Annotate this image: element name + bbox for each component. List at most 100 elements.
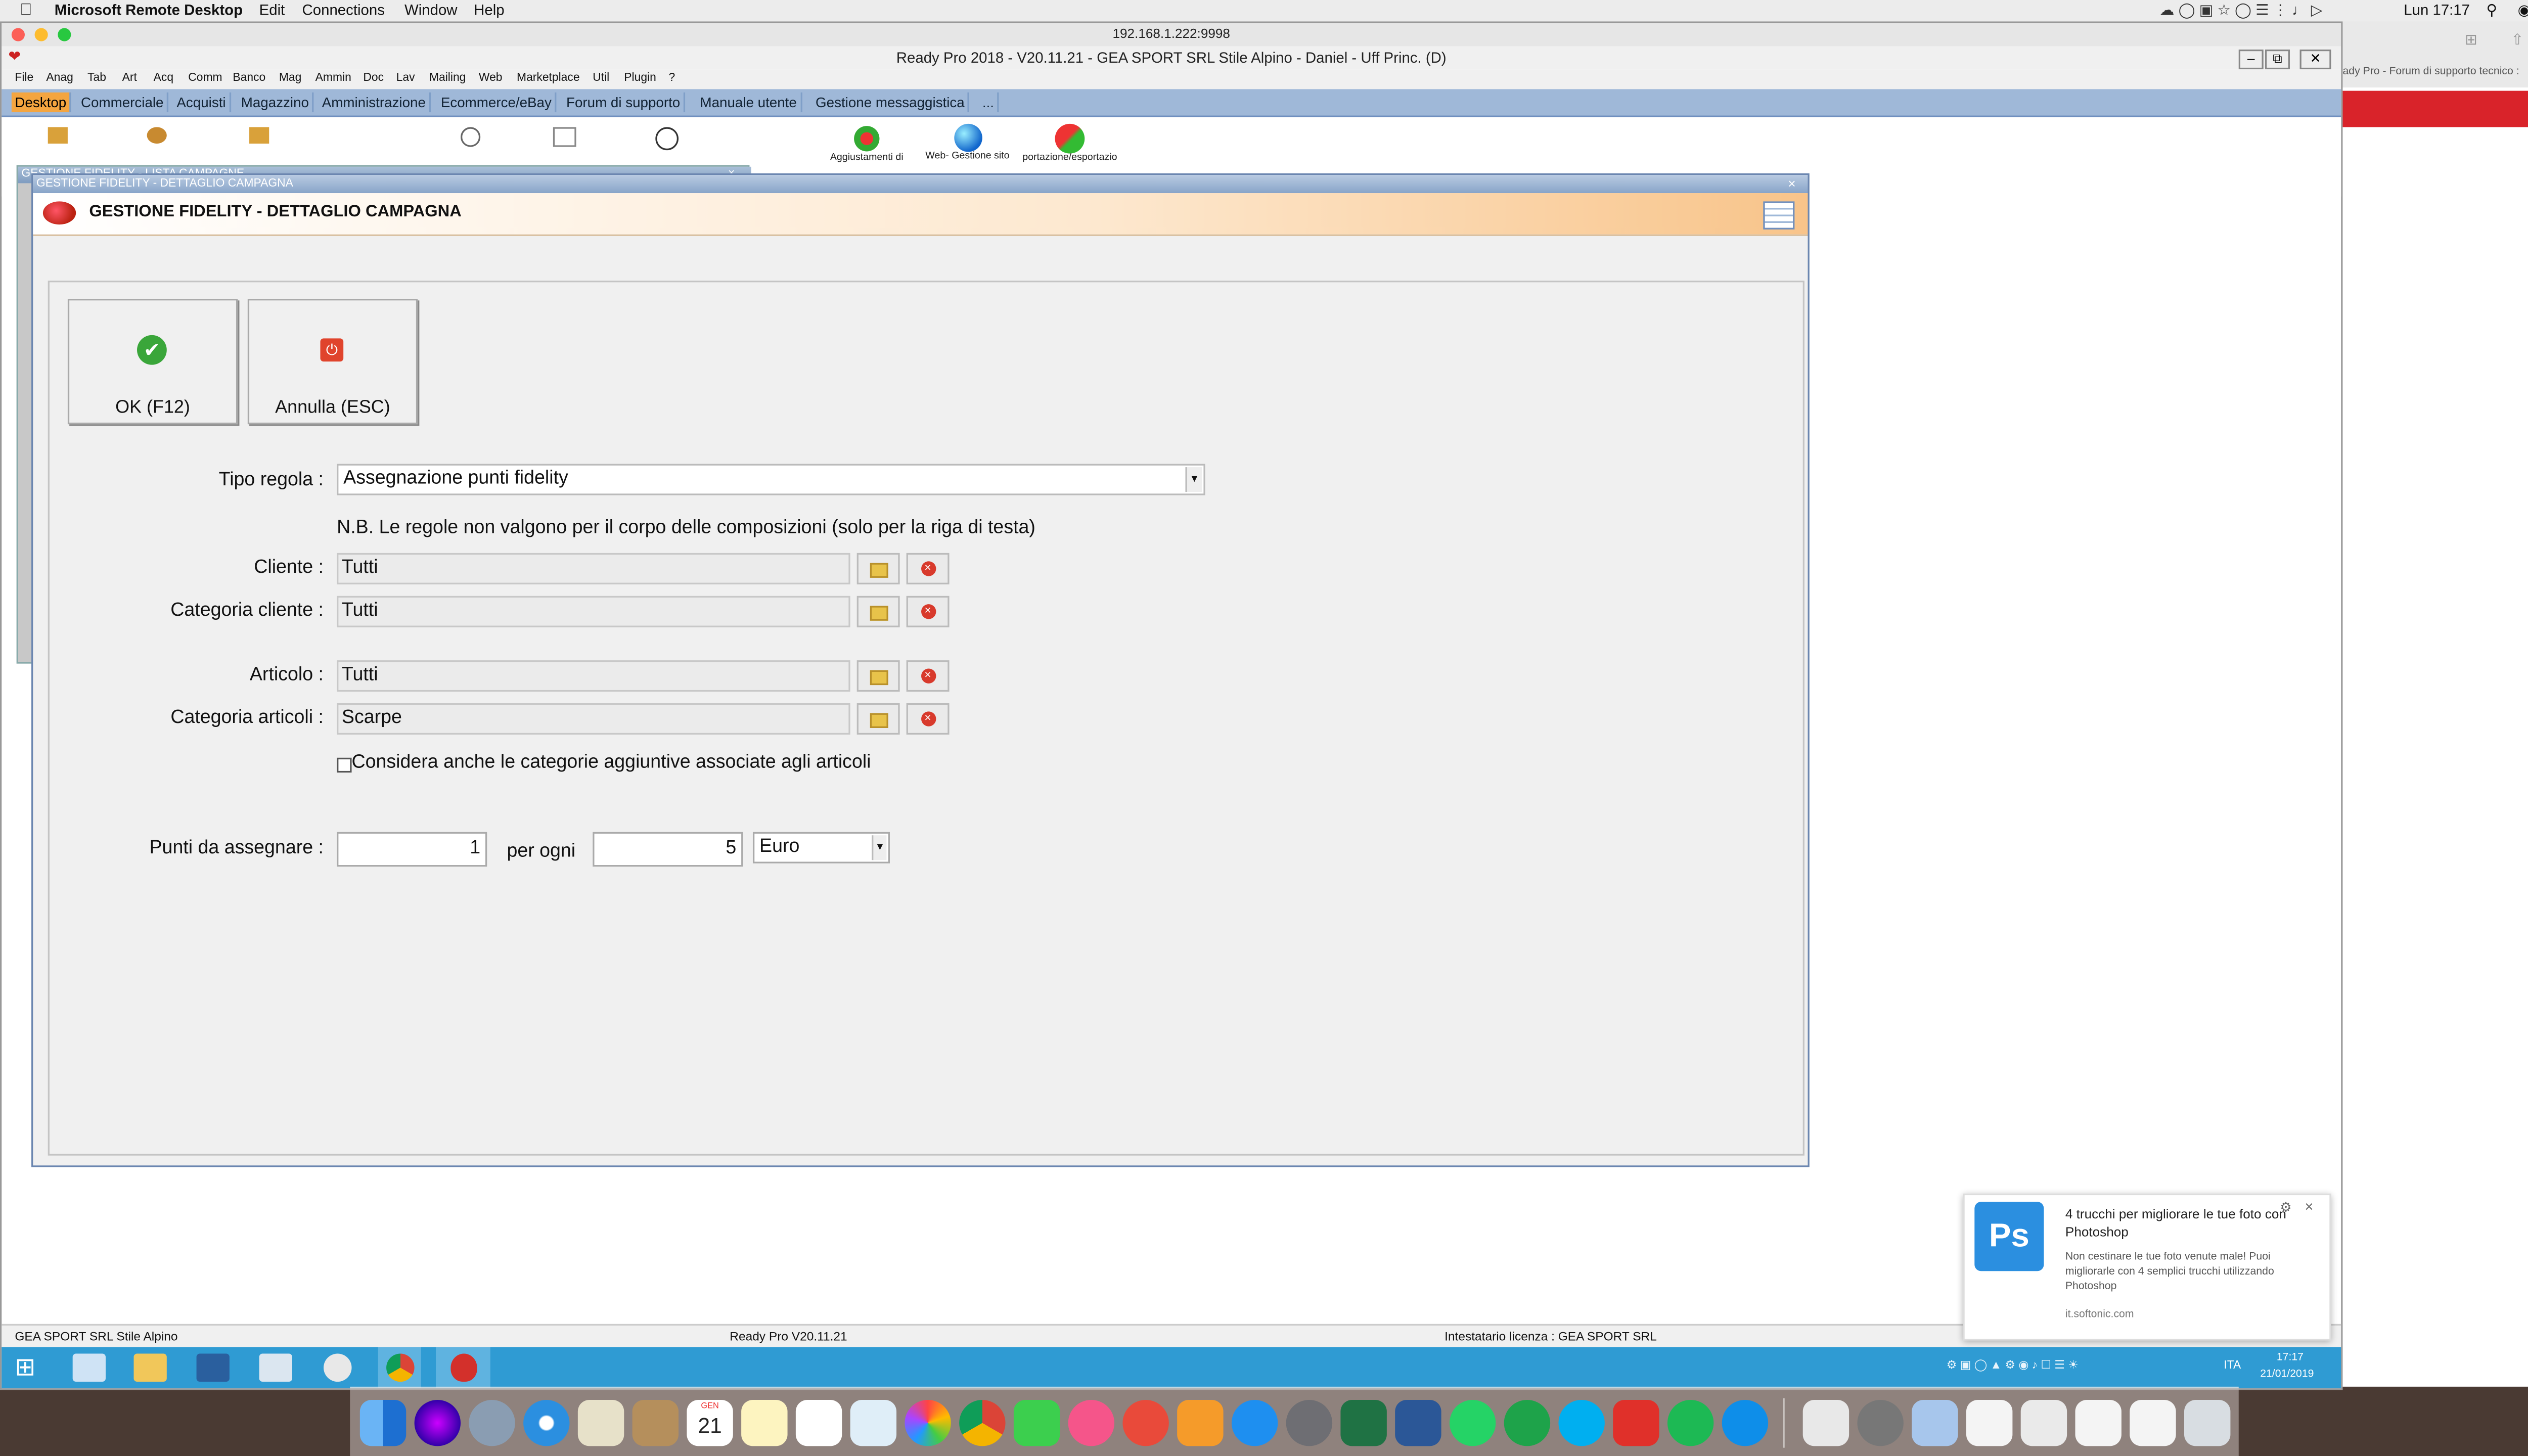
menu-doc[interactable]: Doc <box>363 73 384 84</box>
cliente-field[interactable]: Tutti <box>337 553 850 584</box>
categoria-articoli-clear-button[interactable]: × <box>906 703 950 735</box>
chrome-icon[interactable] <box>959 1399 1006 1446</box>
download-icon[interactable]: ⊞ <box>2465 31 2477 50</box>
tab-forum[interactable]: Forum di supporto <box>563 92 686 113</box>
articolo-search-button[interactable] <box>856 660 900 692</box>
share-icon[interactable]: ⇧ <box>2511 31 2524 50</box>
cliente-search-button[interactable] <box>856 553 900 584</box>
siri-icon[interactable]: ◉ <box>2518 2 2528 20</box>
readypro-taskbar-button[interactable] <box>436 1347 490 1389</box>
calendar-icon[interactable] <box>1763 201 1795 230</box>
server-manager-icon[interactable] <box>72 1353 106 1382</box>
word-icon[interactable] <box>1395 1399 1441 1446</box>
menu-ammin[interactable]: Ammin <box>315 73 351 84</box>
itunes-icon[interactable] <box>1068 1399 1115 1446</box>
gear-icon[interactable]: ⚙ <box>2280 1200 2291 1215</box>
menu-comm[interactable]: Comm <box>188 73 222 84</box>
folder-icon[interactable] <box>1912 1399 1958 1446</box>
whatsapp-icon[interactable] <box>1449 1399 1496 1446</box>
ibooks-icon[interactable] <box>1177 1399 1224 1446</box>
menu-plugin[interactable]: Plugin <box>624 73 656 84</box>
menu-util[interactable]: Util <box>593 73 609 84</box>
tool-web-sito[interactable]: Web- Gestione sito <box>920 123 1015 162</box>
close-icon[interactable]: × <box>2305 1199 2313 1215</box>
chevron-down-icon[interactable]: ▾ <box>872 835 887 860</box>
punti-input[interactable]: 1 <box>337 832 487 867</box>
categoria-cliente-search-button[interactable] <box>856 596 900 627</box>
app-menu[interactable]: Microsoft Remote Desktop <box>55 2 243 18</box>
zoom-window-icon[interactable] <box>58 28 71 41</box>
document-icon[interactable] <box>2020 1399 2067 1446</box>
status-icons[interactable]: ☁ ◯ ▣ ☆ ◯ ☰ ⋮ ♩ ▷ <box>2159 2 2322 20</box>
tipo-regola-select[interactable]: Assegnazione punti fidelity ▾ <box>337 464 1205 495</box>
app-close-button[interactable]: ✕ <box>2299 49 2331 70</box>
app-store-icon[interactable] <box>1231 1399 1278 1446</box>
remote-desktop-dock-icon[interactable] <box>1504 1399 1551 1446</box>
desktop-shortcut-icon[interactable] <box>48 127 68 144</box>
cancel-button[interactable]: ⏻ Annulla (ESC) <box>247 299 418 425</box>
per-ogni-input[interactable]: 5 <box>593 832 743 867</box>
document-icon[interactable] <box>1966 1399 2013 1446</box>
menu-anag[interactable]: Anag <box>46 73 73 84</box>
windows-start-icon[interactable]: ⊞ <box>15 1354 48 1382</box>
categoria-articoli-search-button[interactable] <box>856 703 900 735</box>
reminders-icon[interactable] <box>795 1399 842 1446</box>
tray-language[interactable]: ITA <box>2224 1360 2241 1372</box>
tab-magazzino[interactable]: Magazzino <box>238 92 314 113</box>
browser-tab-title[interactable]: ady Pro - Forum di supporto tecnico : <box>2342 66 2519 78</box>
menu-acq[interactable]: Acq <box>154 73 173 84</box>
menu-edit[interactable]: Edit <box>259 2 285 18</box>
dialog-close-icon[interactable]: × <box>1788 175 1795 193</box>
mail-stamp-icon[interactable] <box>577 1399 624 1446</box>
apple-icon[interactable]:  <box>20 2 32 20</box>
articolo-field[interactable]: Tutti <box>337 660 850 692</box>
powershell-icon[interactable] <box>196 1353 230 1382</box>
tray-time[interactable]: 17:17 <box>2277 1352 2304 1363</box>
tool-aggiustamenti[interactable]: Aggiustamenti di <box>822 123 911 163</box>
contacts-icon[interactable] <box>632 1399 679 1446</box>
categorie-aggiuntive-checkbox[interactable] <box>337 757 352 773</box>
grid-icon[interactable] <box>553 127 576 147</box>
tab-manuale[interactable]: Manuale utente <box>697 92 802 113</box>
tab-more[interactable]: ... <box>979 92 999 113</box>
categoria-cliente-field[interactable]: Tutti <box>337 596 850 627</box>
tab-acquisti[interactable]: Acquisti <box>173 92 231 113</box>
launchpad-icon[interactable] <box>469 1399 515 1446</box>
tray-icons[interactable]: ⚙ ▣ ◯ ▲ ⚙ ◉ ♪ ☐ ☰ ☀ <box>1947 1358 2079 1372</box>
categoria-articoli-field[interactable]: Scarpe <box>337 703 850 735</box>
notes-icon[interactable] <box>741 1399 788 1446</box>
maps-icon[interactable] <box>850 1399 897 1446</box>
ok-button[interactable]: ✔ OK (F12) <box>67 299 238 425</box>
siri-icon[interactable] <box>414 1399 461 1446</box>
notification-toast[interactable]: Ps 4 trucchi per migliorare le tue foto … <box>1963 1193 2331 1341</box>
pdf-icon[interactable] <box>1613 1399 1659 1446</box>
spotify-icon[interactable] <box>1667 1399 1714 1446</box>
document-icon[interactable] <box>2075 1399 2121 1446</box>
tab-desktop[interactable]: Desktop <box>11 92 72 113</box>
tab-amministrazione[interactable]: Amministrazione <box>319 92 431 113</box>
menu-tab[interactable]: Tab <box>87 73 106 84</box>
menu-banco[interactable]: Banco <box>233 73 265 84</box>
desktop-shortcut-icon[interactable] <box>249 127 269 144</box>
finder-icon[interactable] <box>359 1399 407 1446</box>
power-icon[interactable] <box>655 127 679 151</box>
tab-ecommerce[interactable]: Ecommerce/eBay <box>437 92 557 113</box>
minimize-window-icon[interactable] <box>34 28 48 41</box>
categoria-cliente-clear-button[interactable]: × <box>906 596 950 627</box>
menu-art[interactable]: Art <box>122 73 137 84</box>
menu-lav[interactable]: Lav <box>396 73 415 84</box>
system-preferences-icon[interactable] <box>1286 1399 1333 1446</box>
safari-icon[interactable] <box>523 1399 570 1446</box>
clock-icon[interactable] <box>461 127 481 147</box>
mac-clock[interactable]: Lun 17:17 <box>2404 2 2470 18</box>
tray-date[interactable]: 21/01/2019 <box>2260 1369 2314 1380</box>
menu-mag[interactable]: Mag <box>279 73 301 84</box>
tab-commerciale[interactable]: Commerciale <box>77 92 169 113</box>
valuta-select[interactable]: Euro ▾ <box>752 832 890 863</box>
menu-connections[interactable]: Connections <box>302 2 385 18</box>
close-window-icon[interactable] <box>11 28 25 41</box>
articolo-clear-button[interactable]: × <box>906 660 950 692</box>
facetime-icon[interactable] <box>1013 1399 1060 1446</box>
files-icon[interactable] <box>259 1353 292 1382</box>
teamviewer-icon[interactable] <box>1722 1399 1769 1446</box>
